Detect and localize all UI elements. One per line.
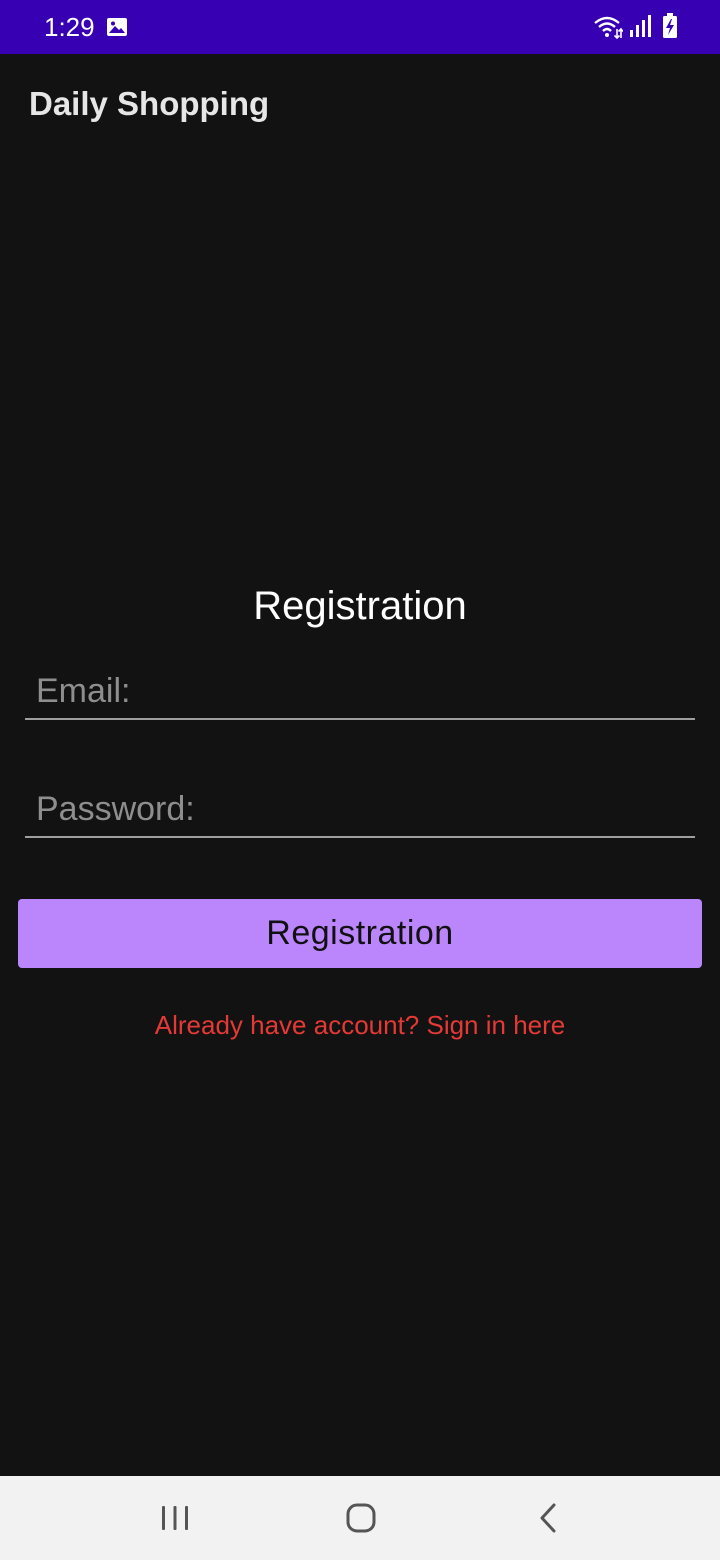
status-time: 1:29	[44, 12, 95, 42]
battery-charging-icon	[663, 13, 677, 38]
home-icon[interactable]	[345, 1502, 377, 1534]
gallery-icon	[107, 18, 127, 36]
recents-icon[interactable]	[158, 1504, 192, 1532]
signal-icon	[630, 15, 651, 37]
wifi-icon	[594, 16, 623, 40]
back-icon[interactable]	[536, 1502, 560, 1534]
navigation-bar	[0, 1476, 720, 1560]
status-bar: 1:29	[0, 0, 720, 54]
password-field[interactable]	[25, 782, 695, 838]
form-heading: Registration	[253, 584, 467, 628]
registration-screen: 1:29 Daily Shopping Registration Email: …	[0, 0, 720, 1560]
sign-in-link[interactable]: Already have account? Sign in here	[0, 1008, 720, 1042]
registration-button[interactable]: Registration	[18, 899, 702, 968]
password-input[interactable]	[25, 782, 695, 836]
email-field[interactable]	[25, 664, 695, 720]
email-input[interactable]	[25, 664, 695, 718]
app-title: Daily Shopping	[29, 85, 270, 122]
